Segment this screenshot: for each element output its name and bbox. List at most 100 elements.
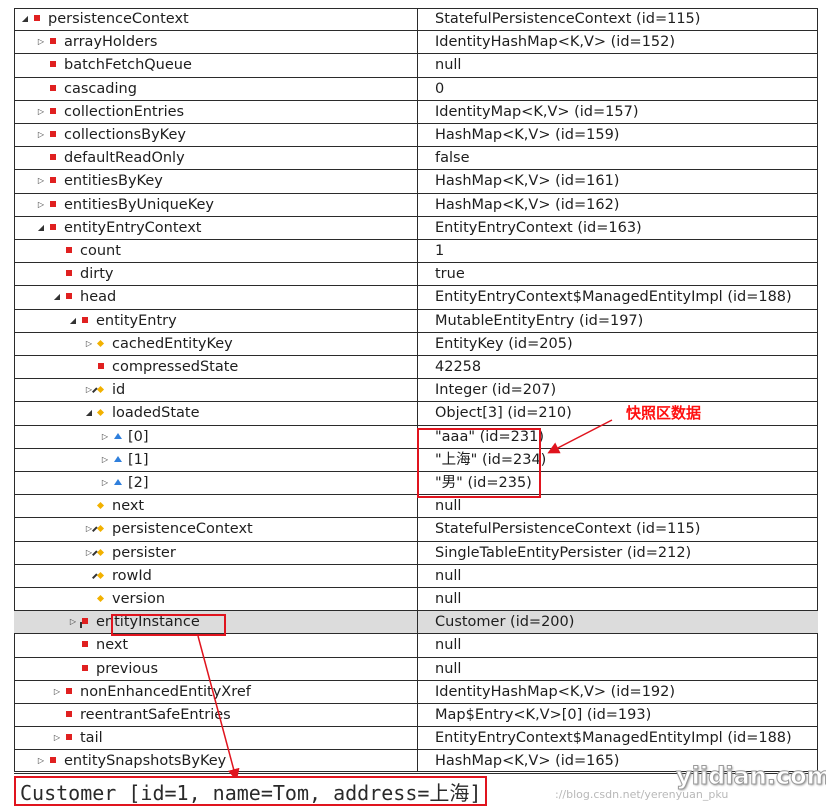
tree-row[interactable]: previous null bbox=[14, 658, 818, 681]
tree-row[interactable]: ◢ entityEntry MutableEntityEntry (id=197) bbox=[14, 310, 818, 333]
variable-value: IdentityHashMap<K,V> (id=192) bbox=[435, 683, 676, 700]
collapsed-arrow-icon[interactable]: ▷ bbox=[36, 31, 46, 53]
tree-row[interactable]: ◢ head EntityEntryContext$ManagedEntityImp… bbox=[14, 286, 818, 310]
tree-row[interactable]: reentrantSafeEntries Map$Entry<K,V>[0] (i… bbox=[14, 704, 818, 728]
variable-value: true bbox=[435, 266, 465, 283]
tree-row[interactable]: ▷ entitiesByUniqueKey HashMap<K,V> (id=162… bbox=[14, 194, 818, 217]
tree-row[interactable]: ▷ id Integer (id=207) bbox=[14, 379, 818, 403]
variable-value: null bbox=[435, 57, 462, 74]
tree-row[interactable]: ▷ entitiesByKey HashMap<K,V> (id=161) bbox=[14, 170, 818, 194]
collapsed-arrow-icon[interactable]: ▷ bbox=[36, 101, 46, 123]
field-icon bbox=[98, 363, 104, 369]
tree-row[interactable]: next null bbox=[14, 634, 818, 658]
variable-name: persistenceContext bbox=[112, 521, 253, 538]
variable-value: HashMap<K,V> (id=161) bbox=[435, 173, 620, 190]
field-icon bbox=[66, 247, 72, 253]
tree-row[interactable]: ▷ nonEnhancedEntityXref IdentityHashMap<K,… bbox=[14, 681, 818, 704]
variable-value: HashMap<K,V> (id=159) bbox=[435, 127, 620, 143]
console-output: Customer [id=1, name=Tom, address=上海] bbox=[14, 776, 488, 806]
collapsed-arrow-icon[interactable]: ▷ bbox=[52, 727, 62, 749]
tree-row[interactable]: ◢ persistenceContext StatefulPersistenceCo… bbox=[14, 8, 818, 32]
collapsed-arrow-icon[interactable]: ▷ bbox=[100, 449, 110, 471]
variable-value: IdentityHashMap<K,V> (id=152) bbox=[435, 34, 676, 51]
variable-value: Integer (id=207) bbox=[435, 382, 557, 399]
tree-row[interactable]: compressedState 42258 bbox=[14, 356, 818, 380]
field-icon bbox=[50, 84, 56, 91]
variable-name: [0] bbox=[128, 428, 149, 445]
collapsed-arrow-icon[interactable]: ▷ bbox=[36, 750, 46, 772]
tree-row[interactable]: ◢ entityEntryContext EntityEntryContext (i… bbox=[14, 217, 818, 240]
variable-value: Object[3] (id=210) bbox=[435, 405, 572, 422]
loaded-state-values-highlight bbox=[417, 428, 541, 498]
snapshot-annotation: 快照区数据 bbox=[626, 404, 702, 422]
variable-name: entitySnapshotsByKey bbox=[64, 753, 227, 770]
variable-value: Map$Entry<K,V>[0] (id=193) bbox=[435, 707, 652, 723]
tree-row[interactable]: ▷ [1] "上海" (id=234) bbox=[14, 449, 818, 472]
tree-row[interactable]: dirty true bbox=[14, 263, 818, 287]
collapsed-arrow-icon[interactable]: ▷ bbox=[100, 472, 110, 494]
variable-value: StatefulPersistenceContext (id=115) bbox=[435, 521, 701, 538]
tree-row[interactable]: ▷ [0] "aaa" (id=231) bbox=[14, 426, 818, 449]
tree-row[interactable]: ▷ [2] "男" (id=235) bbox=[14, 472, 818, 496]
expanded-arrow-icon[interactable]: ◢ bbox=[84, 402, 94, 424]
field-icon bbox=[50, 200, 56, 207]
tree-row[interactable]: ▷ arrayHolders IdentityHashMap<K,V> (id=15… bbox=[14, 31, 818, 55]
tree-row[interactable]: ▷ collectionEntries IdentityMap<K,V> (id=1… bbox=[14, 101, 818, 124]
variable-name: persistenceContext bbox=[48, 11, 189, 27]
tree-row[interactable]: ▷ persister SingleTableEntityPersister (id… bbox=[14, 542, 818, 565]
variable-name: entityEntry bbox=[96, 312, 177, 329]
collapsed-arrow-icon[interactable]: ▷ bbox=[52, 681, 62, 703]
expanded-arrow-icon[interactable]: ◢ bbox=[20, 8, 30, 30]
tree-row[interactable]: count 1 bbox=[14, 240, 818, 264]
column-separator bbox=[417, 8, 418, 772]
tree-row[interactable]: rowId null bbox=[14, 565, 818, 588]
tree-row[interactable]: ▷ cachedEntityKey EntityKey (id=205) bbox=[14, 333, 818, 356]
variable-name: batchFetchQueue bbox=[64, 57, 192, 74]
variable-name: nonEnhancedEntityXref bbox=[80, 683, 251, 700]
variable-value: false bbox=[435, 150, 470, 167]
variable-value: EntityKey (id=205) bbox=[435, 335, 573, 352]
variable-name: collectionEntries bbox=[64, 103, 185, 120]
collapsed-arrow-icon[interactable]: ▷ bbox=[36, 124, 46, 146]
tree-row[interactable]: ▷ tail EntityEntryContext$ManagedEntityImp… bbox=[14, 727, 818, 751]
static-field-icon bbox=[96, 409, 105, 417]
expanded-arrow-icon[interactable]: ◢ bbox=[36, 217, 46, 239]
tree-row[interactable]: ▷ persistenceContext StatefulPersistenceCo… bbox=[14, 518, 818, 542]
tree-row[interactable]: ▷ collectionsByKey HashMap<K,V> (id=159) bbox=[14, 124, 818, 148]
variable-name: cachedEntityKey bbox=[112, 335, 233, 352]
variable-name: entitiesByUniqueKey bbox=[64, 196, 214, 213]
variable-value: null bbox=[435, 567, 462, 584]
variable-name: collectionsByKey bbox=[64, 127, 186, 143]
variable-name: loadedState bbox=[112, 405, 200, 422]
field-icon bbox=[82, 316, 88, 323]
expanded-arrow-icon[interactable]: ◢ bbox=[68, 310, 78, 332]
array-element-icon bbox=[114, 455, 122, 462]
variable-name: id bbox=[112, 382, 126, 399]
site-watermark: yiidian.com bbox=[676, 762, 826, 791]
tree-row[interactable]: batchFetchQueue null bbox=[14, 54, 818, 78]
static-field-icon bbox=[92, 525, 105, 533]
tree-row[interactable]: next null bbox=[14, 495, 818, 519]
variable-name: dirty bbox=[80, 266, 114, 283]
expanded-arrow-icon[interactable]: ◢ bbox=[52, 286, 62, 308]
variable-name: [1] bbox=[128, 451, 149, 468]
variable-value: null bbox=[435, 591, 462, 607]
collapsed-arrow-icon[interactable]: ▷ bbox=[36, 194, 46, 216]
variable-value: EntityEntryContext$ManagedEntityImpl (id… bbox=[435, 289, 792, 306]
collapsed-arrow-icon[interactable]: ▷ bbox=[84, 333, 94, 355]
field-icon bbox=[80, 618, 88, 629]
tree-row[interactable]: version null bbox=[14, 588, 818, 612]
collapsed-arrow-icon[interactable]: ▷ bbox=[100, 426, 110, 448]
tree-row[interactable]: defaultReadOnly false bbox=[14, 147, 818, 171]
collapsed-arrow-icon[interactable]: ▷ bbox=[68, 611, 78, 633]
variable-name: cascading bbox=[64, 80, 137, 97]
static-field-icon bbox=[92, 571, 105, 579]
collapsed-arrow-icon[interactable]: ▷ bbox=[36, 170, 46, 192]
variable-name: head bbox=[80, 289, 117, 306]
field-icon bbox=[34, 15, 40, 21]
field-icon bbox=[50, 223, 56, 230]
variable-name: compressedState bbox=[112, 359, 239, 375]
field-icon bbox=[66, 293, 72, 300]
tree-row[interactable]: cascading 0 bbox=[14, 78, 818, 101]
field-icon bbox=[50, 177, 56, 184]
